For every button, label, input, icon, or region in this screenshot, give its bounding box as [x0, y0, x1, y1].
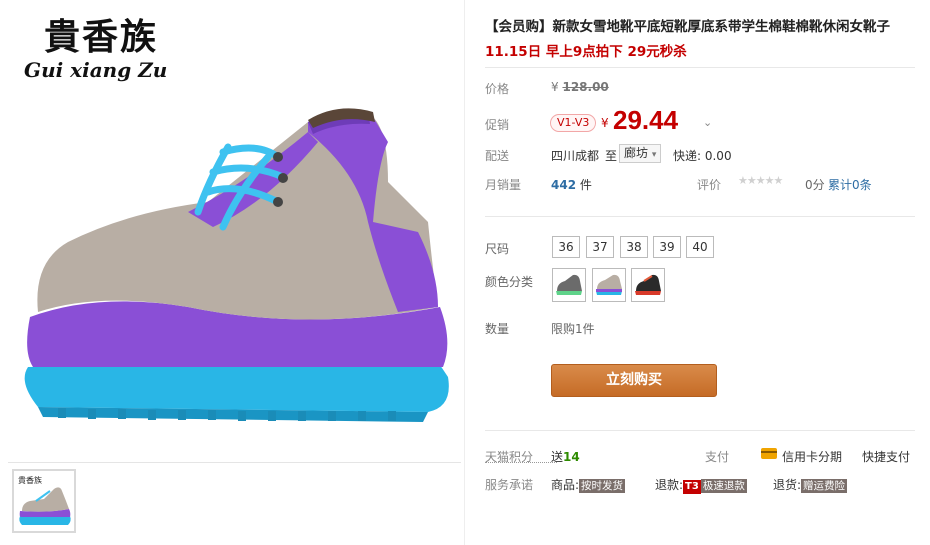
fast-refund-badge: 极速退款 — [700, 479, 747, 493]
delivery-label: 配送 — [485, 149, 510, 163]
monthly-sales: 442 件 — [551, 176, 592, 193]
promo-text: 11.15日 早上9点拍下 29元秒杀 — [485, 44, 687, 60]
price-label: 价格 — [485, 82, 510, 96]
shoe-image — [24, 108, 449, 422]
delivery-to: 至 — [605, 149, 618, 163]
quick-pay-link[interactable]: 快捷支付 — [862, 448, 910, 465]
shoe-thumb-green — [556, 274, 582, 295]
divider — [485, 67, 915, 68]
size-option-39[interactable]: 39 — [653, 236, 681, 258]
points-prefix: 送 — [551, 450, 564, 464]
main-product-image[interactable]: 貴香族 Gui xiang Zu — [8, 2, 461, 457]
shoe-thumb-red — [635, 274, 661, 295]
svg-text:貴香族: 貴香族 — [18, 475, 42, 485]
service-goods[interactable]: 商品: 按时发货 — [551, 476, 626, 493]
brand-logo-cn: 貴香族 — [44, 16, 159, 58]
service-label: 服务承诺 — [485, 478, 534, 492]
service-refund-label: 退款: — [655, 478, 684, 492]
installment-link[interactable]: 信用卡分期 — [782, 448, 842, 465]
promo-price-label: 促销 — [485, 118, 510, 132]
destination-select[interactable]: 廊坊 ▾ — [619, 144, 662, 163]
currency-symbol: ¥ — [551, 80, 559, 94]
shipping-insurance-badge: 赠运费险 — [801, 479, 848, 493]
size-option-37[interactable]: 37 — [586, 236, 614, 258]
size-label: 尺码 — [485, 242, 510, 256]
product-gallery: 貴香族 Gui xiang Zu 貴香族 — [0, 0, 464, 545]
express-fee: 快递: 0.00 — [673, 149, 732, 163]
shoe-thumb-purple — [596, 274, 622, 295]
points-label-underline — [485, 462, 557, 463]
service-refund[interactable]: 退款: T3 极速退款 — [655, 476, 747, 494]
delivery-origin: 四川成都 — [551, 149, 600, 163]
buy-now-button[interactable]: 立刻购买 — [551, 364, 717, 397]
service-return-label: 退货: — [773, 478, 802, 492]
product-title: 【会员购】新款女雪地靴平底短靴厚底系带学生棉鞋棉靴休闲女靴子 — [485, 19, 890, 35]
size-option-38[interactable]: 38 — [620, 236, 648, 258]
credit-card-icon — [761, 448, 777, 459]
divider — [485, 430, 915, 431]
color-swatch-green[interactable] — [552, 268, 586, 302]
quantity-label: 数量 — [485, 322, 510, 336]
color-swatch-purple[interactable] — [592, 268, 626, 302]
original-price-value: 128.00 — [562, 80, 609, 94]
thumbnail-strip: 貴香族 — [8, 462, 461, 542]
promo-currency-symbol: ¥ — [601, 116, 609, 130]
promo-price: 29.44 — [613, 105, 679, 135]
original-price: ¥ 128.00 — [551, 80, 609, 94]
rating-total-link[interactable]: 累计0条 — [828, 176, 872, 193]
color-label: 颜色分类 — [485, 275, 534, 289]
rating-label: 评价 — [697, 178, 722, 192]
color-swatch-red[interactable] — [631, 268, 665, 302]
t3-badge: T3 — [683, 480, 701, 494]
size-option-40[interactable]: 40 — [686, 236, 714, 258]
rating-score: 0分 — [805, 178, 825, 192]
on-time-shipping-badge: 按时发货 — [579, 479, 626, 493]
monthly-sales-label: 月销量 — [485, 178, 522, 192]
service-goods-label: 商品: — [551, 478, 580, 492]
rating-stars-icon: ★★★★★ — [738, 174, 783, 187]
points-number: 14 — [563, 450, 580, 464]
size-option-36[interactable]: 36 — [552, 236, 580, 258]
thumbnail-shoe-image: 貴香族 — [18, 475, 71, 525]
payment-label: 支付 — [705, 450, 730, 464]
product-detail-panel: 【会员购】新款女雪地靴平底短靴厚底系带学生棉鞋棉靴休闲女靴子 11.15日 早上… — [464, 0, 930, 545]
points-value: 送14 — [551, 448, 580, 465]
vip-tag[interactable]: V1-V3 — [550, 114, 597, 132]
monthly-sales-unit: 件 — [579, 178, 592, 192]
divider — [485, 216, 915, 217]
chevron-down-icon: ▾ — [651, 150, 657, 160]
service-return[interactable]: 退货: 赠运费险 — [773, 476, 848, 493]
destination-value: 廊坊 — [624, 146, 649, 160]
chevron-down-icon[interactable]: ⌄ — [703, 116, 712, 129]
thumbnail-1[interactable]: 貴香族 — [12, 469, 76, 533]
quantity-limit: 限购1件 — [551, 322, 595, 336]
monthly-sales-count: 442 — [551, 178, 577, 192]
